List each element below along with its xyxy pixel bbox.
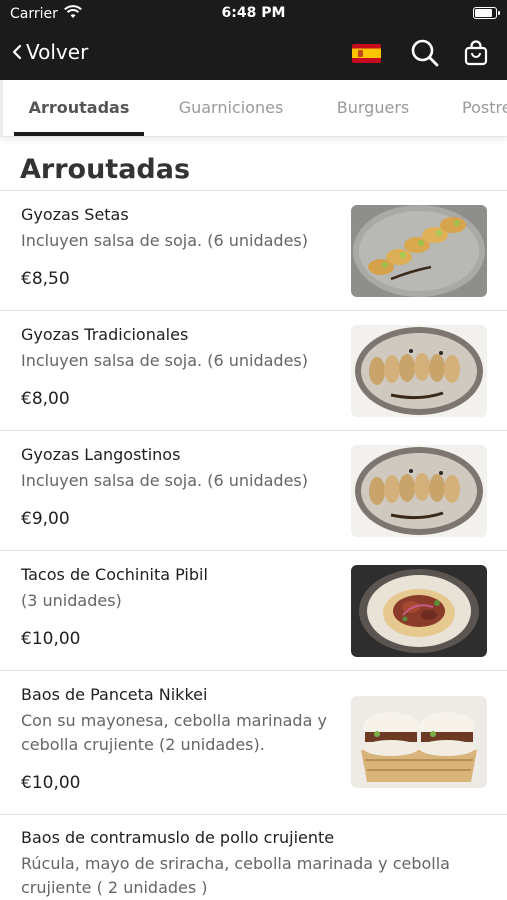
item-name: Gyozas Langostinos (21, 445, 181, 464)
item-description: Incluyen salsa de soja. (6 unidades) (21, 231, 308, 250)
gyozas-setas-photo (351, 205, 487, 297)
item-price: €9,00 (21, 509, 70, 529)
item-price: €10,00 (21, 629, 81, 649)
status-bar: Carrier 6:48 PM (0, 0, 507, 28)
item-price: €8,50 (21, 269, 70, 289)
menu-item[interactable]: Gyozas Tradicionales Incluyen salsa de s… (0, 311, 507, 431)
item-description: Incluyen salsa de soja. (6 unidades) (21, 471, 308, 490)
baos-panceta-photo (351, 696, 487, 788)
menu-item[interactable]: Gyozas Langostinos Incluyen salsa de soj… (0, 431, 507, 551)
search-icon[interactable] (408, 36, 442, 70)
menu-item[interactable]: Baos de contramuslo de pollo crujiente R… (0, 815, 507, 900)
item-description: Incluyen salsa de soja. (6 unidades) (21, 351, 308, 370)
item-description: (3 unidades) (21, 591, 122, 610)
gyozas-tradicionales-photo (351, 325, 487, 417)
navigation-bar: Volver (0, 28, 507, 80)
menu-list: Arroutadas Gyozas Setas Incluyen salsa d… (0, 136, 507, 900)
menu-item[interactable]: Baos de Panceta Nikkei Con su mayonesa, … (0, 671, 507, 815)
item-name: Gyozas Tradicionales (21, 325, 189, 344)
item-name: Gyozas Setas (21, 205, 129, 224)
status-time: 6:48 PM (221, 5, 286, 21)
item-price: €8,00 (21, 389, 70, 409)
shopping-bag-icon[interactable] (459, 36, 493, 70)
item-description: Rúcula, mayo de sriracha, cebolla marina… (21, 854, 450, 897)
tab-guarniciones[interactable]: Guarniciones (166, 80, 296, 136)
tacos-cochinita-photo (351, 565, 487, 657)
item-name: Baos de Panceta Nikkei (21, 685, 208, 704)
gyozas-langostinos-photo (351, 445, 487, 537)
tab-burguers[interactable]: Burguers (308, 80, 438, 136)
battery-icon (473, 7, 500, 19)
back-button[interactable]: Volver (12, 40, 88, 64)
back-label: Volver (26, 40, 89, 64)
item-name: Baos de contramuslo de pollo crujiente (21, 828, 335, 847)
tab-arroutadas[interactable]: Arroutadas (14, 80, 144, 136)
item-description: Con su mayonesa, cebolla marinada y cebo… (21, 711, 327, 754)
tab-postres[interactable]: Postres (462, 80, 507, 136)
spain-flag-icon[interactable] (352, 44, 381, 63)
section-title: Arroutadas (20, 154, 191, 185)
chevron-left-icon (12, 44, 22, 60)
category-tabs: Arroutadas Guarniciones Burguers Postres (0, 80, 507, 137)
item-name: Tacos de Cochinita Pibil (21, 565, 208, 584)
menu-item[interactable]: Gyozas Setas Incluyen salsa de soja. (6 … (0, 191, 507, 311)
menu-item[interactable]: Tacos de Cochinita Pibil (3 unidades) €1… (0, 551, 507, 671)
item-price: €10,00 (21, 773, 81, 793)
